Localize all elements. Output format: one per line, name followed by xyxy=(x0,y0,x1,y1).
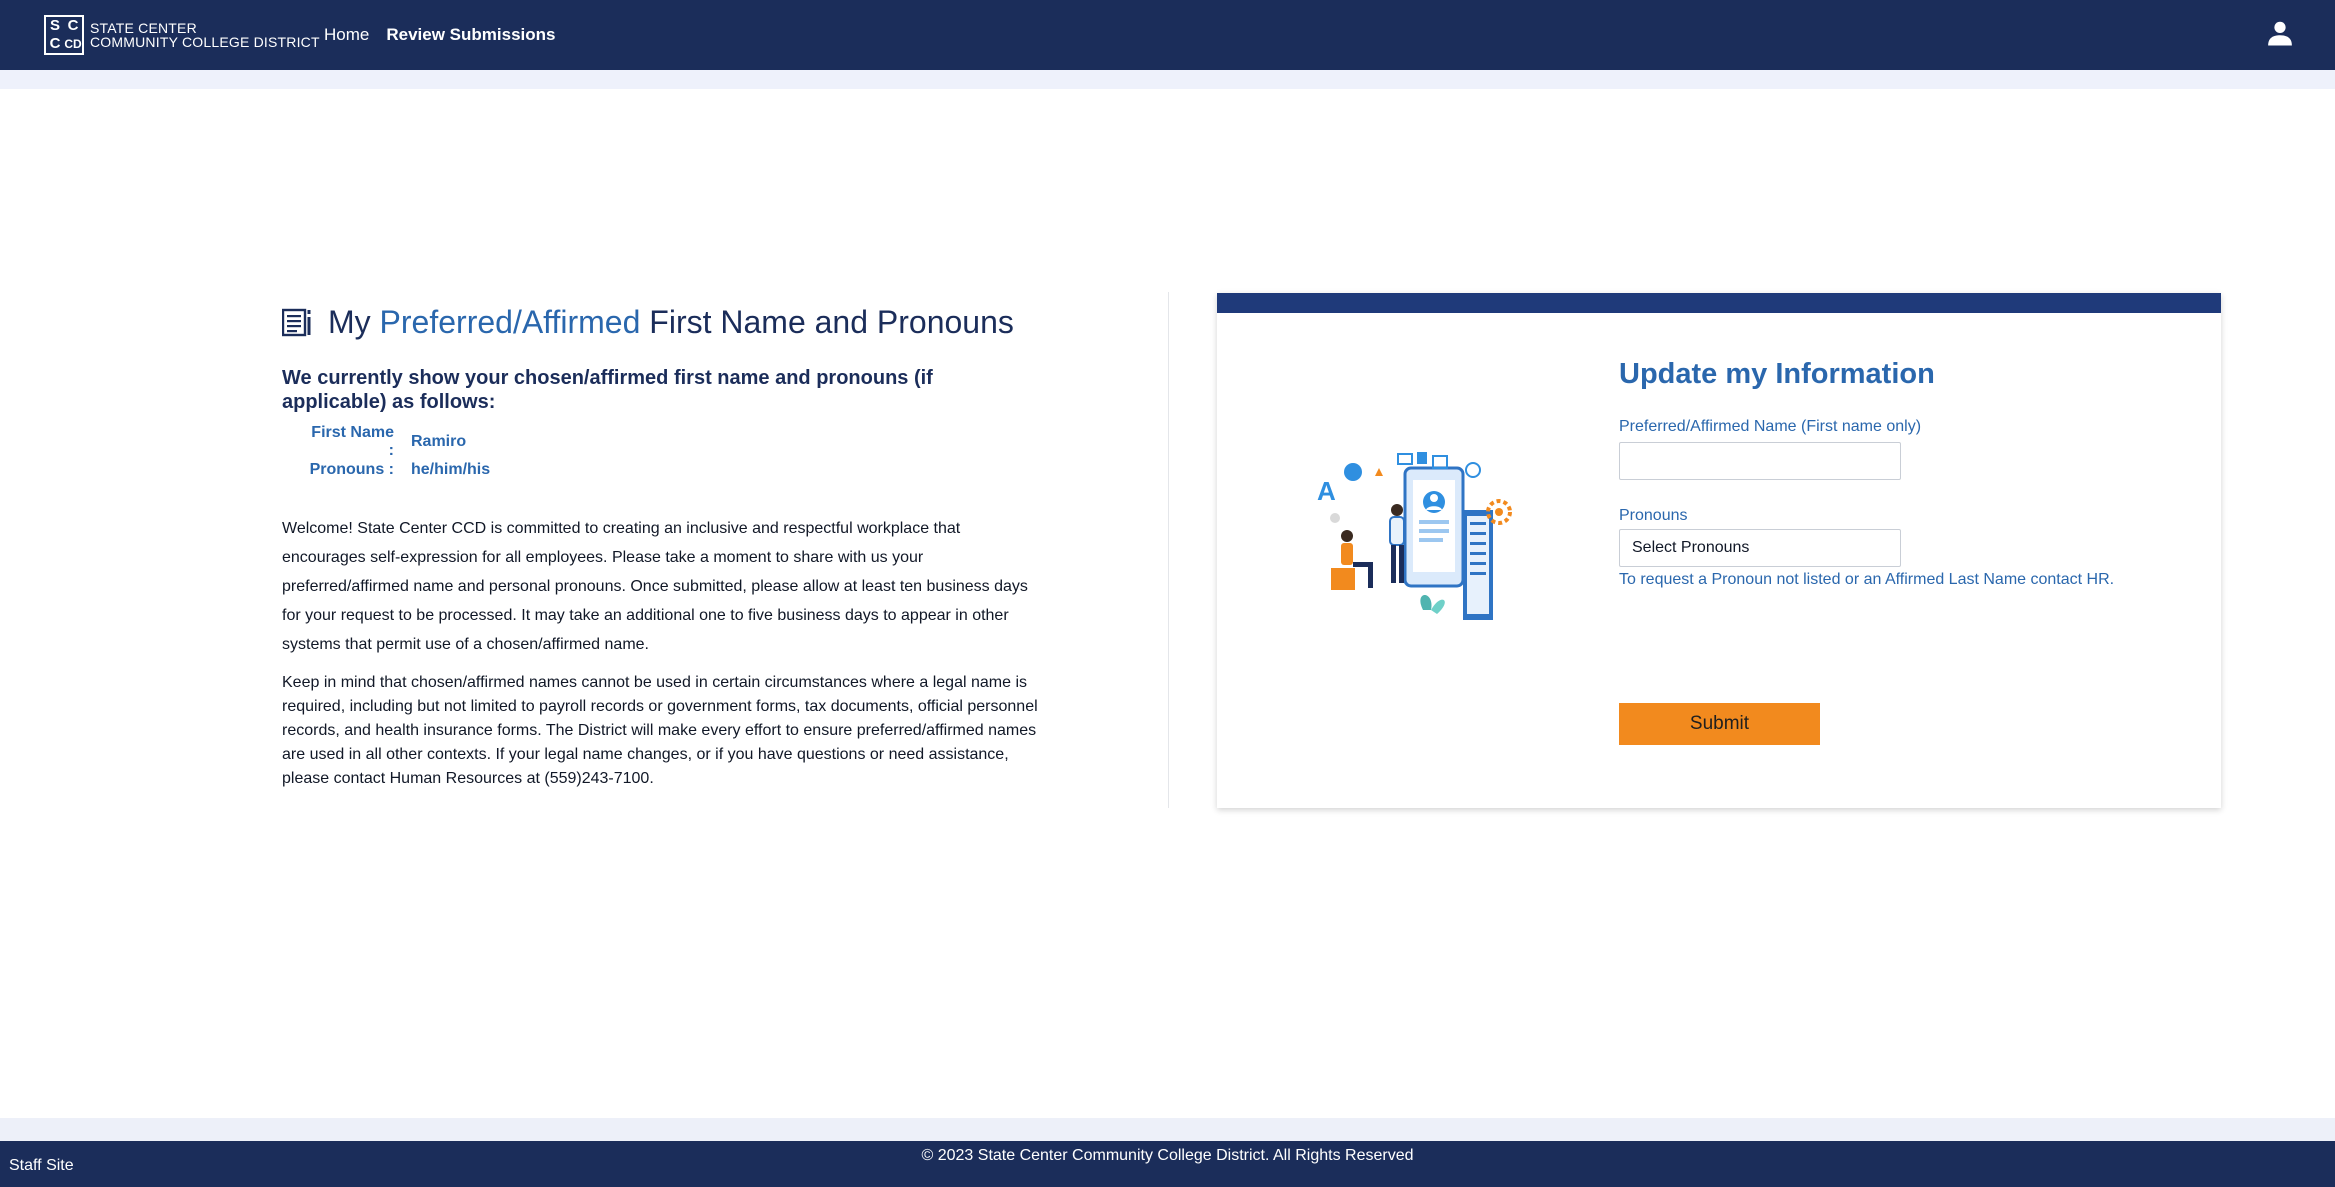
first-name-row: First Name : Ramiro xyxy=(302,424,1042,459)
submit-button[interactable]: Submit xyxy=(1619,703,1820,745)
header-subbar xyxy=(0,70,2335,89)
preferred-name-input[interactable] xyxy=(1619,442,1901,480)
form-title: Update my Information xyxy=(1619,358,1935,390)
update-info-form: Update my Information Preferred/Affirmed… xyxy=(1619,358,2179,589)
title-prefix: My xyxy=(328,303,380,340)
logo-text: STATE CENTER COMMUNITY COLLEGE DISTRICT xyxy=(90,21,320,49)
profile-illustration: A xyxy=(1317,452,1512,620)
logo-line-1: STATE CENTER xyxy=(90,20,197,36)
title-highlight: Preferred/Affirmed xyxy=(379,303,641,340)
copyright-text: © 2023 State Center Community College Di… xyxy=(921,1147,1414,1164)
footer: © 2023 State Center Community College Di… xyxy=(0,1141,2335,1187)
page-title: My Preferred/Affirmed First Name and Pro… xyxy=(328,304,1014,341)
logo-letter: S xyxy=(49,17,60,34)
preferred-name-label: Preferred/Affirmed Name (First name only… xyxy=(1619,418,1922,435)
footer-strip xyxy=(0,1118,2335,1141)
nav-home-link[interactable]: Home xyxy=(324,25,369,45)
hr-contact-note: To request a Pronoun not listed or an Af… xyxy=(1619,571,2115,588)
logo-line-2: COMMUNITY COLLEGE DISTRICT xyxy=(90,34,320,50)
pronouns-select[interactable]: Select Pronouns xyxy=(1619,529,1901,567)
current-info-section: My Preferred/Affirmed First Name and Pro… xyxy=(282,300,1042,791)
nav-links: Home Review Submissions xyxy=(324,0,572,70)
current-info-table: First Name : Ramiro Pronouns : he/him/hi… xyxy=(302,424,1042,484)
legal-name-paragraph: Keep in mind that chosen/affirmed names … xyxy=(282,674,1038,787)
first-name-label: First Name : xyxy=(311,424,394,459)
page-title-row: My Preferred/Affirmed First Name and Pro… xyxy=(282,300,1042,344)
column-divider xyxy=(1168,292,1169,808)
svg-text:A: A xyxy=(1317,476,1336,506)
logo-mark: S C C CD xyxy=(44,15,84,55)
logo-letter: C xyxy=(67,17,79,34)
welcome-paragraph: Welcome! State Center CCD is committed t… xyxy=(282,520,1028,653)
first-name-value: Ramiro xyxy=(411,433,467,450)
title-suffix: First Name and Pronouns xyxy=(640,303,1014,340)
update-info-card: A Update my Information Preferred/Affirm… xyxy=(1217,293,2221,808)
pronouns-label: Pronouns : xyxy=(309,461,394,478)
pronouns-field-label: Pronouns xyxy=(1619,507,1688,524)
nav-review-submissions-link[interactable]: Review Submissions xyxy=(386,25,555,45)
staff-site-link[interactable]: Staff Site xyxy=(9,1157,74,1175)
pronouns-value: he/him/his xyxy=(411,461,491,478)
logo-letter: CD xyxy=(64,37,82,51)
district-logo[interactable]: S C C CD STATE CENTER COMMUNITY COLLEGE … xyxy=(44,15,320,55)
top-navbar: S C C CD STATE CENTER COMMUNITY COLLEGE … xyxy=(0,0,2335,70)
pronouns-select-value: Select Pronouns xyxy=(1632,539,1750,556)
user-icon[interactable] xyxy=(2265,18,2295,48)
pronouns-row: Pronouns : he/him/his xyxy=(302,456,1042,484)
card-header-bar xyxy=(1217,293,2221,313)
current-info-heading: We currently show your chosen/affirmed f… xyxy=(282,367,933,413)
document-list-icon xyxy=(282,308,311,337)
logo-letter: C xyxy=(49,35,61,52)
